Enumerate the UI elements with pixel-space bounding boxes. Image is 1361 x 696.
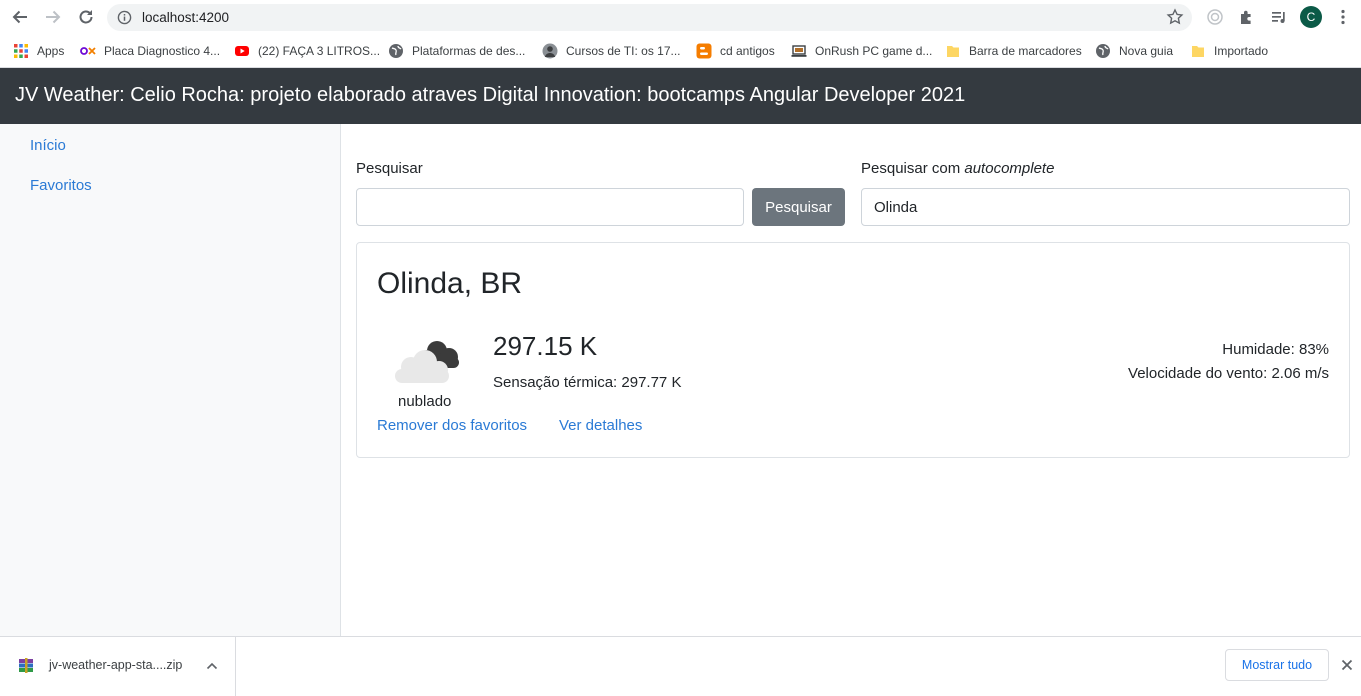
bookmark-apps[interactable]: Apps	[13, 41, 64, 61]
site-info-icon[interactable]	[117, 10, 132, 25]
feels-like: Sensação térmica: 297.77 K	[493, 374, 682, 391]
humidity: Humidade: 83%	[1222, 341, 1329, 358]
media-queue-icon[interactable]	[1268, 6, 1290, 28]
globe-icon	[1096, 44, 1110, 58]
blogger-icon	[696, 43, 712, 59]
bookmark-label: (22) FAÇA 3 LITROS...	[258, 44, 381, 58]
view-details-link[interactable]: Ver detalhes	[559, 417, 642, 434]
sidebar-item-favoritos[interactable]: Favoritos	[30, 177, 92, 194]
show-all-downloads-button[interactable]: Mostrar tudo	[1225, 649, 1329, 681]
address-bar[interactable]: localhost:4200	[107, 4, 1192, 31]
bookmark-olx[interactable]: Placa Diagnostico 4...	[80, 41, 220, 61]
bookmark-label: Plataformas de des...	[412, 44, 526, 58]
avatar-icon	[542, 43, 558, 59]
laptop-icon	[791, 45, 807, 57]
apps-grid-icon	[14, 44, 28, 58]
search-label: Pesquisar	[356, 160, 423, 177]
youtube-icon	[235, 46, 249, 56]
weather-description: nublado	[398, 393, 452, 410]
extensions-puzzle-icon[interactable]	[1236, 6, 1258, 28]
olx-icon	[80, 47, 96, 55]
bookmark-label: Barra de marcadores	[969, 44, 1082, 58]
bookmark-label: Importado	[1214, 44, 1269, 58]
search-input[interactable]	[356, 188, 744, 226]
bookmark-plataformas[interactable]: Plataformas de des...	[388, 41, 525, 61]
autocomplete-label: Pesquisar com autocomplete	[861, 160, 1054, 177]
chevron-up-icon[interactable]	[205, 659, 219, 673]
bookmark-label: Placa Diagnostico 4...	[104, 44, 221, 58]
reload-icon[interactable]	[74, 5, 98, 29]
bookmark-label: Apps	[37, 44, 65, 58]
profile-avatar[interactable]: C	[1300, 6, 1322, 28]
app-navbar: JV Weather: Celio Rocha: projeto elabora…	[0, 68, 1361, 124]
bookmark-label: cd antigos	[720, 44, 775, 58]
search-button[interactable]: Pesquisar	[752, 188, 845, 226]
download-bar: jv-weather-app-sta....zip Mostrar tudo	[0, 636, 1361, 696]
autocomplete-label-prefix: Pesquisar com	[861, 160, 965, 177]
bookmark-youtube[interactable]: (22) FAÇA 3 LITROS...	[234, 41, 380, 61]
temperature: 297.15 K	[493, 331, 598, 361]
bookmark-cursos[interactable]: Cursos de TI: os 17...	[542, 41, 681, 61]
close-icon[interactable]	[1339, 657, 1355, 673]
back-arrow-icon[interactable]	[8, 5, 32, 29]
globe-icon	[389, 44, 403, 58]
download-file-name: jv-weather-app-sta....zip	[49, 658, 183, 672]
folder-icon	[1192, 46, 1204, 57]
url-text: localhost:4200	[142, 10, 230, 25]
archive-file-icon	[19, 658, 33, 673]
sidebar-item-inicio[interactable]: Início	[30, 137, 66, 154]
wind-speed: Velocidade do vento: 2.06 m/s	[1128, 365, 1329, 382]
bookmark-nova-guia[interactable]: Nova guia	[1095, 41, 1173, 61]
download-item[interactable]: jv-weather-app-sta....zip	[0, 637, 236, 696]
bookmark-barra-marcadores[interactable]: Barra de marcadores	[945, 41, 1082, 61]
bookmark-label: Nova guia	[1119, 44, 1174, 58]
browser-toolbar: localhost:4200 C	[0, 0, 1361, 34]
bookmark-cd-antigos[interactable]: cd antigos	[696, 41, 775, 61]
folder-icon	[947, 46, 959, 57]
autocomplete-label-emphasis: autocomplete	[964, 160, 1055, 177]
weather-card: Olinda, BR nublado 297.15 K Sensação tér…	[356, 242, 1350, 458]
bookmark-label: Cursos de TI: os 17...	[566, 44, 681, 58]
extension-icon[interactable]	[1204, 6, 1226, 28]
remove-favorite-link[interactable]: Remover dos favoritos	[377, 417, 527, 434]
autocomplete-input[interactable]: Olinda	[861, 188, 1350, 226]
forward-arrow-icon[interactable]	[41, 5, 65, 29]
app-title[interactable]: JV Weather: Celio Rocha: projeto elabora…	[15, 84, 965, 107]
bookmark-importado[interactable]: Importado	[1190, 41, 1268, 61]
bookmark-label: OnRush PC game d...	[815, 44, 933, 58]
cloudy-icon	[395, 341, 459, 383]
bookmarks-bar: Apps Placa Diagnostico 4... (22) FAÇA 3 …	[0, 34, 1361, 68]
bookmark-onrush[interactable]: OnRush PC game d...	[791, 41, 932, 61]
bookmark-star-icon[interactable]	[1166, 8, 1184, 26]
city-name: Olinda, BR	[377, 267, 523, 300]
sidebar: Início Favoritos	[0, 124, 341, 636]
kebab-menu-icon[interactable]	[1332, 6, 1354, 28]
